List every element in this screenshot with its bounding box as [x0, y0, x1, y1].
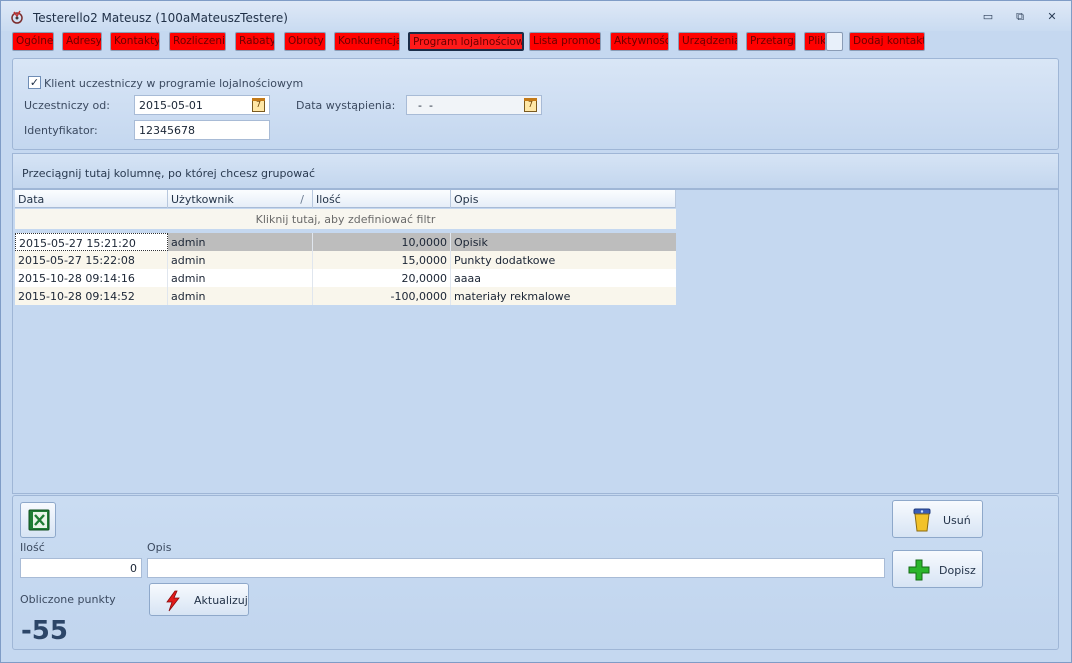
table-row[interactable]: 2015-05-27 15:22:08 admin 15,0000 Punkty…: [15, 251, 676, 269]
group-by-panel[interactable]: Przeciągnij tutaj kolumnę, po której chc…: [12, 153, 1059, 189]
qty-value: 0: [130, 562, 137, 575]
loyalty-panel: ✓ Klient uczestniczy w programie lojalno…: [12, 58, 1059, 150]
tab-rabaty[interactable]: Rabaty: [235, 32, 275, 51]
cell-qty[interactable]: 15,0000: [313, 251, 451, 269]
tab-program-lojalnosciowy[interactable]: Program lojalnościowy: [408, 32, 524, 51]
app-icon: [11, 10, 23, 24]
sort-indicator-icon: /: [300, 193, 304, 206]
edit-panel: Ilość 0 Opis Obliczone punkty -55 Aktual…: [12, 495, 1059, 650]
column-header-desc[interactable]: Opis: [451, 190, 676, 208]
filter-row[interactable]: Kliknij tutaj, aby zdefiniować filtr: [15, 209, 676, 229]
update-button[interactable]: Aktualizuj: [149, 583, 249, 616]
qty-label: Ilość: [20, 541, 45, 554]
minimize-icon[interactable]: ▭: [979, 10, 997, 24]
table-row[interactable]: 2015-10-28 09:14:52 admin -100,0000 mate…: [15, 287, 676, 305]
identifier-label: Identyfikator:: [24, 124, 98, 137]
tab-lista-promocji[interactable]: Lista promocji: [529, 32, 601, 51]
computed-points-label: Obliczone punkty: [20, 593, 116, 606]
member-since-value: 2015-05-01: [139, 99, 203, 112]
add-button-label: Dopisz: [939, 564, 976, 577]
window-title: Testerello2 Mateusz (100aMateuszTestere): [33, 11, 288, 25]
tab-przetargi[interactable]: Przetargi: [746, 32, 796, 51]
column-header-user[interactable]: Użytkownik /: [168, 190, 313, 208]
tab-rozliczenia[interactable]: Rozliczenia: [169, 32, 226, 51]
delete-button[interactable]: Usuń: [892, 500, 983, 538]
table-row[interactable]: 2015-10-28 09:14:16 admin 20,0000 aaaa: [15, 269, 676, 287]
group-by-hint: Przeciągnij tutaj kolumnę, po której chc…: [22, 167, 316, 180]
close-icon[interactable]: ✕: [1043, 10, 1061, 24]
tab-ogolne[interactable]: Ogólne: [12, 32, 54, 51]
cell-date[interactable]: 2015-05-27 15:22:08: [15, 251, 168, 269]
column-header-date[interactable]: Data: [15, 190, 168, 208]
excel-export-icon: [28, 509, 50, 531]
qty-input[interactable]: 0: [20, 558, 142, 578]
cell-date[interactable]: 2015-05-27 15:21:20: [15, 233, 168, 251]
plus-icon: [908, 559, 930, 581]
identifier-value: 12345678: [139, 124, 195, 137]
tab-kontakty[interactable]: Kontakty: [110, 32, 160, 51]
title-bar: Testerello2 Mateusz (100aMateuszTestere)…: [1, 1, 1071, 31]
update-button-label: Aktualizuj: [194, 594, 248, 607]
delete-button-label: Usuń: [943, 514, 971, 527]
tab-blank[interactable]: [826, 32, 843, 51]
desc-input[interactable]: [147, 558, 885, 578]
tab-pliki[interactable]: Pliki: [804, 32, 826, 51]
exit-date-field[interactable]: - -: [406, 95, 542, 115]
column-header-qty[interactable]: Ilość: [313, 190, 451, 208]
tab-urzadzenia[interactable]: Urządzenia: [678, 32, 738, 51]
excel-export-button[interactable]: [20, 502, 56, 538]
cell-desc[interactable]: Punkty dodatkowe: [451, 251, 676, 269]
add-button[interactable]: Dopisz: [892, 550, 983, 588]
tab-obroty[interactable]: Obroty: [284, 32, 326, 51]
tab-adresy[interactable]: Adresy: [62, 32, 102, 51]
cell-qty[interactable]: 10,0000: [313, 233, 451, 251]
cell-user[interactable]: admin: [168, 269, 313, 287]
exit-date-value: - -: [411, 99, 433, 112]
cell-user[interactable]: admin: [168, 251, 313, 269]
trash-icon: [913, 508, 931, 532]
exit-date-label: Data wystąpienia:: [296, 99, 396, 112]
grid-header: Data Użytkownik / Ilość Opis: [15, 190, 676, 208]
identifier-field[interactable]: 12345678: [134, 120, 270, 140]
tab-konkurencja[interactable]: Konkurencja: [334, 32, 400, 51]
calendar-icon[interactable]: 7: [524, 98, 537, 112]
tab-aktywnosci[interactable]: Aktywności: [610, 32, 669, 51]
cell-date[interactable]: 2015-10-28 09:14:52: [15, 287, 168, 305]
cell-desc[interactable]: aaaa: [451, 269, 676, 287]
cell-user[interactable]: admin: [168, 287, 313, 305]
loyalty-checkbox-label: Klient uczestniczy w programie lojalnośc…: [44, 77, 304, 90]
desc-label: Opis: [147, 541, 172, 554]
app-window: Testerello2 Mateusz (100aMateuszTestere)…: [0, 0, 1072, 663]
tab-dodaj-kontakt[interactable]: Dodaj kontakt: [849, 32, 925, 51]
cell-qty[interactable]: 20,0000: [313, 269, 451, 287]
table-row[interactable]: 2015-05-27 15:21:20 admin 10,0000 Opisik: [15, 233, 676, 251]
cell-user[interactable]: admin: [168, 233, 313, 251]
calendar-icon[interactable]: 7: [252, 98, 265, 112]
restore-icon[interactable]: ⧉: [1011, 10, 1029, 24]
cell-desc[interactable]: materiały rekmalowe: [451, 287, 676, 305]
lightning-icon: [166, 590, 180, 612]
column-header-user-label: Użytkownik: [171, 193, 234, 206]
loyalty-checkbox[interactable]: ✓: [28, 76, 41, 89]
grid-area: Data Użytkownik / Ilość Opis Kliknij tut…: [12, 189, 1059, 494]
cell-date[interactable]: 2015-10-28 09:14:16: [15, 269, 168, 287]
cell-qty[interactable]: -100,0000: [313, 287, 451, 305]
member-since-label: Uczestniczy od:: [24, 99, 110, 112]
filter-hint: Kliknij tutaj, aby zdefiniować filtr: [255, 213, 436, 226]
cell-desc[interactable]: Opisik: [451, 233, 676, 251]
member-since-field[interactable]: 2015-05-01: [134, 95, 270, 115]
computed-points-value: -55: [21, 616, 68, 646]
